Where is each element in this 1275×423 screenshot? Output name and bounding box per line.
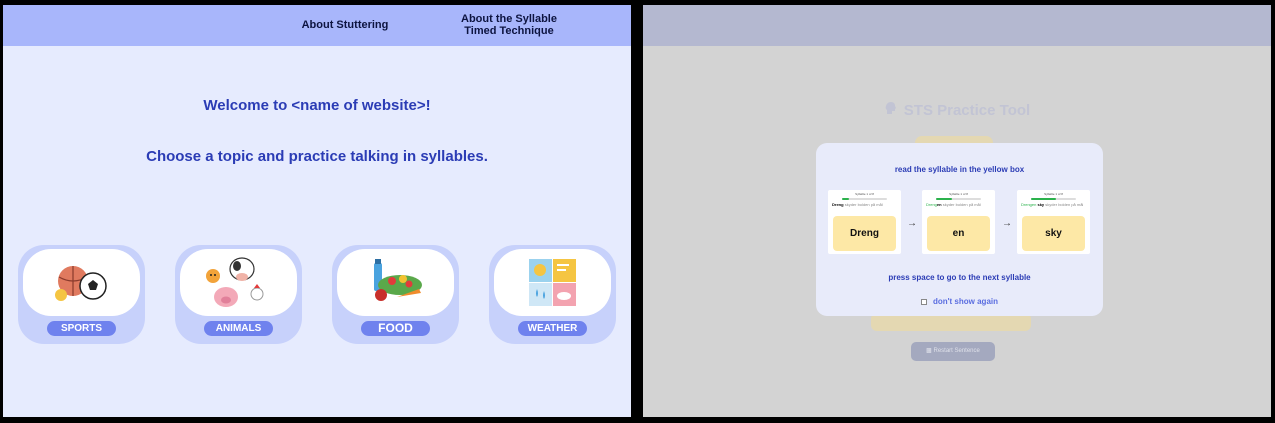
topic-image-weather <box>494 249 611 316</box>
step-progress-bar <box>1031 198 1076 200</box>
topic-card-weather[interactable]: WEATHER <box>489 245 616 344</box>
topic-label-animals: ANIMALS <box>204 321 273 336</box>
app-title-text: STS Practice Tool <box>903 102 1031 119</box>
instruction-step-3: Syllable 1 of 8 Drengen sky skyder bolde… <box>1017 190 1090 254</box>
modal-instruction-press-space: press space to go to the next syllable <box>888 273 1031 282</box>
topic-card-food[interactable]: FOOD <box>332 245 459 344</box>
arrow-right-icon: → <box>1002 218 1012 229</box>
topic-label-food: FOOD <box>361 321 430 336</box>
instruction-step-2: Syllable 1 of 8 Drengen skyder bolden på… <box>922 190 995 254</box>
step-syllable-counter: Syllable 1 of 8 <box>1044 192 1063 196</box>
topic-card-animals[interactable]: ANIMALS <box>175 245 302 344</box>
restart-icon: ▩ <box>926 348 932 354</box>
nav-link-about-syllable-technique[interactable]: About the Syllable Timed Technique <box>451 13 567 37</box>
instruction-step-1: Syllable 1 of 8 Dreng skyder bolden på m… <box>828 190 901 254</box>
top-navigation-bar: About Stuttering About the Syllable Time… <box>3 5 631 46</box>
sports-balls-icon <box>55 266 107 301</box>
arrow-right-icon: → <box>907 218 917 229</box>
topic-card-sports[interactable]: SPORTS <box>18 245 145 344</box>
restart-sentence-button[interactable]: ▩ Restart Sentence <box>911 342 995 361</box>
nav-link-line1: About the Syllable <box>461 13 557 25</box>
step-sentence: Drengen skyder bolden på mål <box>926 202 981 207</box>
topic-label-sports: SPORTS <box>47 321 116 336</box>
dont-show-again-checkbox[interactable] <box>920 299 927 305</box>
step-yellow-syllable-box: Dreng <box>833 216 896 251</box>
farm-animals-icon <box>206 257 264 307</box>
topic-label-weather: WEATHER <box>518 321 587 336</box>
nav-link-line2: Timed Technique <box>464 25 554 37</box>
weather-icon <box>529 259 576 306</box>
modal-title: read the syllable in the yellow box <box>894 165 1025 174</box>
topic-image-sports <box>23 249 140 316</box>
nav-link-about-stuttering[interactable]: About Stuttering <box>295 19 395 31</box>
speaking-head-icon <box>884 101 898 119</box>
instructions-modal: read the syllable in the yellow box Syll… <box>816 143 1103 316</box>
welcome-heading: Welcome to <name of website>! <box>203 97 431 114</box>
step-syllable-counter: Syllable 1 of 8 <box>855 192 874 196</box>
step-progress-bar <box>936 198 981 200</box>
app-title: STS Practice Tool <box>643 101 1271 119</box>
step-yellow-syllable-box: sky <box>1022 216 1085 251</box>
step-yellow-syllable-box: en <box>927 216 990 251</box>
topic-selection-screen: About Stuttering About the Syllable Time… <box>3 5 631 417</box>
restart-label: Restart Sentence <box>933 348 980 354</box>
step-syllable-counter: Syllable 1 of 8 <box>949 192 968 196</box>
choose-topic-heading: Choose a topic and practice talking in s… <box>146 148 488 165</box>
step-progress-bar <box>842 198 887 200</box>
vegetables-icon <box>374 259 422 301</box>
practice-tool-screen: STS Practice Tool ▩ Restart Sentence rea… <box>643 5 1271 417</box>
step-sentence: Drengen sky skyder bolden på mål <box>1021 202 1084 207</box>
step-sentence: Dreng skyder bolden på mål <box>832 202 883 207</box>
topic-image-food <box>337 249 454 316</box>
dont-show-again-label[interactable]: don't show again <box>933 297 998 306</box>
top-navigation-bar-dimmed <box>643 5 1271 46</box>
topic-image-animals <box>180 249 297 316</box>
dont-show-again-option[interactable]: don't show again <box>816 297 1103 306</box>
